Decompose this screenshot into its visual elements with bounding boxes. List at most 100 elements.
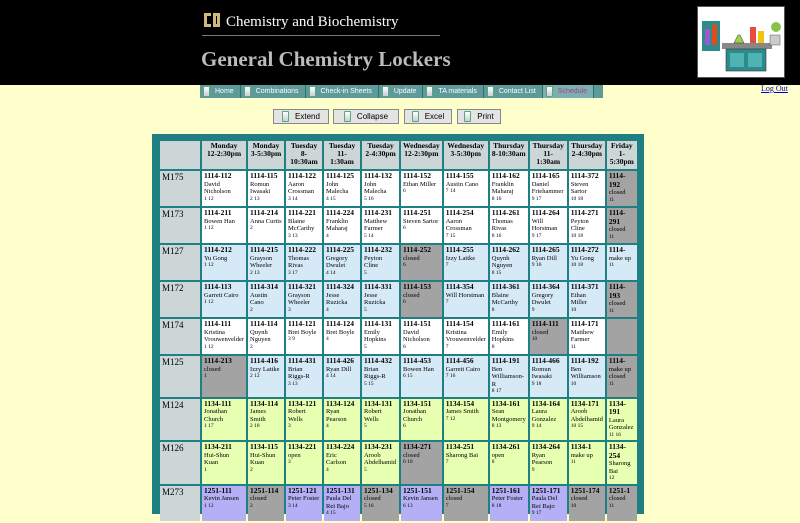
locker-cell[interactable]: 1114-314 Austin Cano 2 [248,282,285,317]
locker-cell[interactable]: 1134-271 closed 6 10 [401,442,442,484]
logout-link[interactable]: Log Out [761,84,788,93]
locker-cell[interactable] [606,319,637,354]
nav-item-schedule[interactable]: Schedule [542,85,594,98]
locker-cell[interactable]: 1114-152 Ethan Miller 6 [401,171,442,206]
locker-cell[interactable]: 1114-111 closed 10 [529,319,567,354]
locker-cell[interactable]: 1114-161 Emily Hopkins 8 [489,319,528,354]
locker-cell[interactable]: 1114-291 closed 11 [606,208,637,243]
nav-item-update[interactable]: Update [379,85,424,98]
locker-cell[interactable]: 1114-154 Kristina Vrouwenvelder 7 [443,319,488,354]
locker-cell[interactable]: 1134-111 Jonathan Church 1 17 [202,398,247,440]
locker-cell[interactable]: 1114-111 Kristina Vrouwenvelder 1 12 [202,319,247,354]
locker-cell[interactable]: 1114-171 Matthew Farmer 11 [568,319,605,354]
locker-cell[interactable]: 1114-112 David Nicholson 1 12 [202,171,247,206]
locker-cell[interactable]: 1114-371 Ethan Miller 10 [568,282,605,317]
locker-cell[interactable]: 1251-114 closed 2 [248,485,285,521]
collapse-button[interactable]: Collapse [333,109,399,124]
locker-cell[interactable]: 1114-232 Peyton Cline 5 [362,245,400,280]
locker-cell[interactable]: 1114-155 Austin Cano 7 14 [443,171,488,206]
locker-cell[interactable]: 1114-122 Aaron Crossman 3 14 [286,171,323,206]
locker-cell[interactable]: 1251-111 Kevin Jansen 1 12 [202,485,247,521]
locker-cell[interactable]: 1114-324 Jesse Ruzicka 4 [324,282,361,317]
excel-button[interactable]: Excel [404,109,452,124]
locker-cell[interactable]: 1114-416 Izzy Lattke 2 12 [248,356,285,397]
locker-cell[interactable]: 1251-121 Peter Foster 3 14 [286,485,323,521]
locker-cell[interactable]: 1114-456 Garrett Cairo 7 16 [443,356,488,397]
locker-cell[interactable]: 1134-164 Laura Gonzalez 9 14 [529,398,567,440]
locker-cell[interactable]: 1114-453 Bowen Han 6 15 [401,356,442,397]
locker-cell[interactable]: 1114-466 Romun Iwasaki 9 18 [529,356,567,397]
locker-cell[interactable]: 1114-115 Romun Iwasaki 2 13 [248,171,285,206]
locker-cell[interactable]: 1251-154 closed 7 [443,485,488,521]
locker-cell[interactable]: 1134-171 Aroob Abdelhamid 10 15 [568,398,605,440]
locker-cell[interactable]: 1114-372 Steven Sartor 10 18 [568,171,605,206]
locker-cell[interactable]: 1134-221 open 3 [286,442,323,484]
locker-cell[interactable]: 1114-271 Peyton Cline 10 18 [568,208,605,243]
locker-cell[interactable]: 1114-151 David Nicholson 6 [401,319,442,354]
locker-cell[interactable]: 1114-321 Grayson Wheeler 3 [286,282,323,317]
locker-cell[interactable]: 1134-154 James Smith 7 12 [443,398,488,440]
locker-cell[interactable]: 1134-191 Laura Gonzalez 11 16 [606,398,637,440]
locker-cell[interactable]: 1114-364 Gregory Dwulet 9 [529,282,567,317]
nav-item-combinations[interactable]: Combinations [241,85,306,98]
locker-cell[interactable]: 1134-131 Robert Wells 5 [362,398,400,440]
locker-cell[interactable]: 1114-132 John Malecha 5 16 [362,171,400,206]
locker-cell[interactable]: 1134-151 Jonathan Church 6 [401,398,442,440]
locker-cell[interactable]: 1114-231 Matthew Farmer 5 14 [362,208,400,243]
locker-cell[interactable]: 1114-215 Grayson Wheeler 2 13 [248,245,285,280]
locker-cell[interactable]: 1114-252 closed 6 [401,245,442,280]
locker-cell[interactable]: 1251-161 Peter Foster 8 18 [489,485,528,521]
locker-cell[interactable]: 1114-192 closed 11 [606,171,637,206]
locker-cell[interactable]: 1251-171 Paula Del Rei Bajo 9 17 [529,485,567,521]
locker-cell[interactable]: 1114-261 Thomas Rivas 8 16 [489,208,528,243]
locker-cell[interactable]: 1114-431 Brian Riggs-R 3 13 [286,356,323,397]
nav-item-ta-materials[interactable]: TA materials [423,85,484,98]
locker-cell[interactable]: 1114-222 Thomas Rivas 3 17 [286,245,323,280]
locker-cell[interactable]: 1134-264 Ryan Pearson 9 [529,442,567,484]
locker-cell[interactable]: 1134-251 Sharong Bai 7 [443,442,488,484]
locker-cell[interactable]: 1114-114 Quynh Nguyen 2 [248,319,285,354]
locker-cell[interactable]: 1114-264 Will Horstman 9 17 [529,208,567,243]
locker-cell[interactable]: 1114-361 Blaine McCarthy 8 [489,282,528,317]
locker-cell[interactable]: 1114-113 Garrett Cairo 1 12 [202,282,247,317]
locker-cell[interactable]: 1134-115 Hui-Shun Kuan 2 [248,442,285,484]
locker-cell[interactable]: 1114-125 John Malecha 4 15 [324,171,361,206]
locker-cell[interactable]: 1114-251 Steven Sartor 6 [401,208,442,243]
locker-cell[interactable]: 1134-254 Sharong Bai 12 [606,442,637,484]
locker-cell[interactable]: 1114-191 Ben Williamson-R 8 17 [489,356,528,397]
locker-cell[interactable]: 1251-174 closed 10 [568,485,605,521]
locker-cell[interactable]: 1114-131 Emily Hopkins 5 [362,319,400,354]
locker-cell[interactable]: 1114-221 Blaine McCarthy 3 13 [286,208,323,243]
locker-cell[interactable]: 1114- make up 11 [606,245,637,280]
nav-item-contact-list[interactable]: Contact List [484,85,543,98]
locker-cell[interactable]: 1114-153 closed 6 [401,282,442,317]
locker-cell[interactable]: 1134-124 Ryan Pearson 4 [324,398,361,440]
locker-cell[interactable]: 1134-261 open 8 [489,442,528,484]
locker-cell[interactable]: 1134-224 Eric Carlson 4 [324,442,361,484]
locker-cell[interactable]: 1114-162 Franklin Maharaj 8 16 [489,171,528,206]
locker-cell[interactable]: 1114-121 Bret Boyle 3 9 [286,319,323,354]
locker-cell[interactable]: 1134-211 Hui-Shun Kuan 1 [202,442,247,484]
locker-cell[interactable]: 1114-192 Ben Williamson 10 [568,356,605,397]
locker-cell[interactable]: 1114-211 Bowen Han 1 12 [202,208,247,243]
locker-cell[interactable]: 1251-1 closed 11 [606,485,637,521]
locker-cell[interactable]: 1114-214 Anna Curtis 2 [248,208,285,243]
locker-cell[interactable]: 1114-254 Aaron Crossman 7 15 [443,208,488,243]
locker-cell[interactable]: 1114-262 Quynh Nguyen 8 15 [489,245,528,280]
locker-cell[interactable]: 1114-331 Jesse Ruzicka 5 [362,282,400,317]
locker-cell[interactable]: 1114-213 closed 1 [202,356,247,397]
locker-cell[interactable]: 1114-224 Franklin Maharaj 4 [324,208,361,243]
locker-cell[interactable]: 1114-124 Bret Boyle 4 [324,319,361,354]
locker-cell[interactable]: 1114-165 Daniel Friehammer 9 17 [529,171,567,206]
nav-item-home[interactable]: Home [200,85,241,98]
locker-cell[interactable]: 1251-134 closed 5 16 [362,485,400,521]
nav-item-check-in-sheets[interactable]: Check-in Sheets [306,85,379,98]
locker-cell[interactable]: 1114-272 Yu Gong 10 18 [568,245,605,280]
locker-cell[interactable]: 1114-225 Gregory Dwulet 4 14 [324,245,361,280]
locker-cell[interactable]: 1134-121 Robert Wells 3 [286,398,323,440]
extend-button[interactable]: Extend [273,109,329,124]
locker-cell[interactable]: 1251-131 Paula Del Rei Bajo 4 15 [324,485,361,521]
locker-cell[interactable]: 1134-1 make up 11 [568,442,605,484]
locker-cell[interactable]: 1114-212 Yu Gong 1 12 [202,245,247,280]
locker-cell[interactable]: 1114-193 closed 11 [606,282,637,317]
